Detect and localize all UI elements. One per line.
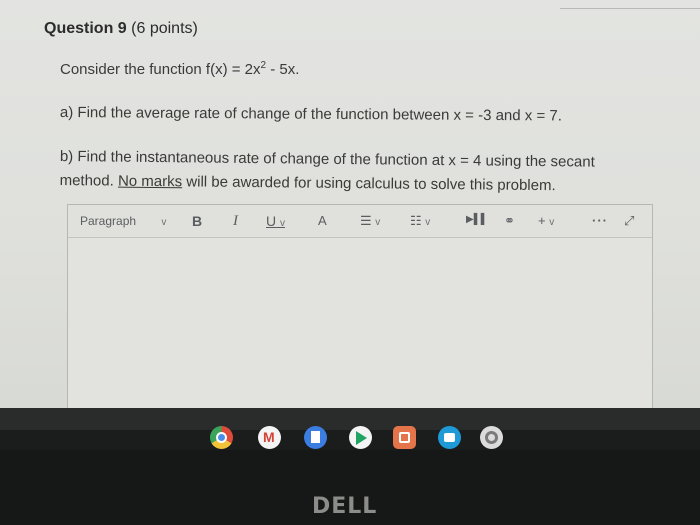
play-store-icon[interactable]	[349, 426, 372, 449]
italic-button[interactable]: I	[233, 213, 238, 230]
align-icon: ☰	[360, 213, 372, 228]
chevron-down-icon: v	[280, 218, 286, 229]
align-button[interactable]: ☰ v	[360, 213, 380, 229]
list-button[interactable]: ☷ v	[410, 213, 430, 229]
docs-icon[interactable]	[304, 426, 327, 449]
browser-screen: Question 9 (6 points) Consider the funct…	[0, 0, 700, 430]
chrome-icon[interactable]	[210, 426, 233, 449]
underline-button[interactable]: U v	[266, 213, 285, 229]
chat-bubble-shape	[444, 433, 455, 442]
question-label: Question 9	[44, 20, 127, 37]
gmail-icon[interactable]: M	[258, 426, 281, 449]
link-icon[interactable]: ⚭	[504, 213, 515, 229]
docs-page-shape	[311, 431, 320, 443]
part-b-no-marks: No marks	[117, 172, 183, 191]
question-intro: Consider the function f(x) = 2x2 - 5x.	[60, 60, 299, 78]
block-format-label: Paragraph	[80, 214, 137, 228]
list-icon: ☷	[410, 213, 422, 228]
chevron-down-icon: v	[425, 217, 431, 228]
underline-label: U	[266, 213, 277, 229]
answer-editor: Paragraph v B I U v A ☰ v ☷ v ▶▌▌ ⚭ + v	[67, 204, 653, 430]
editor-toolbar: Paragraph v B I U v A ☰ v ☷ v ▶▌▌ ⚭ + v	[68, 205, 652, 238]
chat-icon[interactable]	[438, 426, 461, 449]
editor-text-area[interactable]	[68, 238, 652, 430]
media-icon[interactable]: ▶▌▌	[466, 214, 488, 225]
question-points: (6 points)	[131, 20, 198, 37]
os-shelf	[0, 408, 700, 430]
plus-icon: +	[538, 213, 546, 228]
bold-button[interactable]: B	[192, 213, 202, 229]
insert-button[interactable]: + v	[538, 213, 554, 228]
question-title: Question 9 (6 points)	[44, 20, 198, 38]
files-icon[interactable]	[393, 426, 416, 449]
chevron-down-icon: v	[375, 217, 381, 228]
divider	[560, 8, 700, 9]
dell-logo: DELL	[312, 494, 378, 519]
block-format-select[interactable]: Paragraph v	[80, 214, 166, 228]
intro-suffix: - 5x.	[266, 61, 300, 78]
chevron-down-icon: v	[549, 217, 555, 228]
part-b-text-end: will be awarded for using calculus to so…	[182, 173, 556, 195]
chevron-down-icon: v	[161, 217, 167, 228]
part-b: b) Find the instantaneous rate of change…	[59, 145, 649, 199]
more-icon[interactable]: ···	[592, 213, 608, 228]
files-square-shape	[399, 432, 410, 443]
intro-prefix: Consider the function f(x) = 2x	[60, 61, 261, 78]
settings-icon[interactable]	[480, 426, 503, 449]
play-triangle-shape	[356, 431, 367, 445]
part-a: a) Find the average rate of change of th…	[59, 104, 562, 125]
gear-ring-shape	[485, 431, 498, 444]
text-color-button[interactable]: A	[318, 213, 327, 228]
fullscreen-icon[interactable]: ⤢	[624, 213, 634, 229]
gmail-letter: M	[263, 429, 275, 445]
